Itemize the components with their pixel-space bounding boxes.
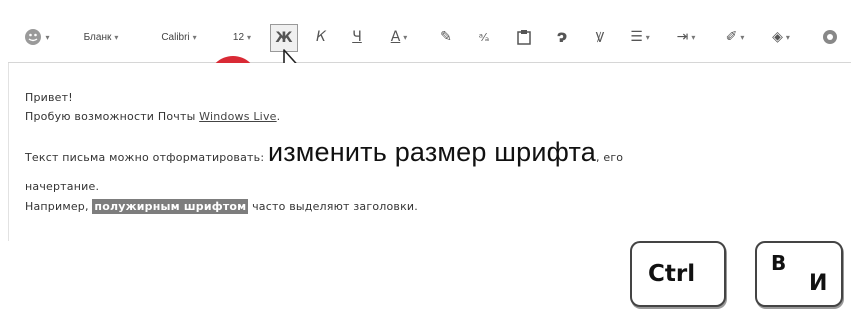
chevron-down-icon: ▾ xyxy=(645,32,650,42)
style-label: Бланк xyxy=(83,31,112,43)
b-key: B И xyxy=(755,241,843,307)
selected-bold-text[interactable]: полужирным шрифтом xyxy=(92,199,249,214)
chevron-down-icon: ▾ xyxy=(45,32,50,42)
chevron-down-icon: ▾ xyxy=(247,32,252,42)
example-end-text: часто выделяют заголовки. xyxy=(248,200,418,213)
emoji-dropdown[interactable]: ▾ xyxy=(22,24,52,50)
font-label: Calibri xyxy=(161,31,190,43)
ctrl-key-label: Ctrl xyxy=(648,261,696,287)
intro-end-text: . xyxy=(276,110,281,123)
editor-line: Привет! xyxy=(25,91,73,104)
chevron-down-icon: ▾ xyxy=(114,32,119,42)
fill-icon: ◈ xyxy=(772,29,783,45)
chevron-down-icon: ▾ xyxy=(785,32,790,42)
b-key-latin-label: B xyxy=(771,251,787,275)
greeting-text: Привет! xyxy=(25,91,73,104)
more-icon xyxy=(823,30,837,44)
format-text: Текст письма можно отформатировать: xyxy=(25,151,268,164)
editor-line: начертание. xyxy=(25,180,99,193)
smiley-icon xyxy=(25,29,42,45)
strikethrough-button[interactable]: Ꝟ xyxy=(588,24,612,50)
indent-dropdown[interactable]: ⇥ ▾ xyxy=(668,24,704,50)
editor-line: Текст письма можно отформатировать: изме… xyxy=(25,137,623,168)
font-size-dropdown[interactable]: 12 ▾ xyxy=(222,24,262,50)
chevron-down-icon: ▾ xyxy=(740,32,745,42)
highlight-button[interactable]: ✎ xyxy=(434,24,458,50)
formatting-toolbar: ▾ Бланк ▾ Calibri ▾ 12 ▾ Ж К Ч A ▾ ✎ ᵃ⁄ₐ… xyxy=(8,12,851,63)
windows-live-link[interactable]: Windows Live xyxy=(199,110,276,123)
strikethrough-icon: Ꝟ xyxy=(595,29,605,46)
clear-format-icon: ᵃ⁄ₐ xyxy=(478,30,490,44)
font-color-icon: A xyxy=(390,29,401,45)
intro-text: Пробую возможности Почты xyxy=(25,110,200,123)
indent-icon: ⇥ xyxy=(676,29,689,45)
list-icon: ☰ xyxy=(630,29,643,45)
font-color-button[interactable]: A ▾ xyxy=(382,24,416,50)
highlight-icon: ✎ xyxy=(440,29,452,45)
clear-format-button[interactable]: ᵃ⁄ₐ xyxy=(472,24,496,50)
style-text: начертание. xyxy=(25,180,100,193)
ctrl-key: Ctrl xyxy=(630,241,726,307)
paste-icon xyxy=(517,30,531,45)
paste-button[interactable] xyxy=(512,24,536,50)
chevron-down-icon: ▾ xyxy=(403,32,408,42)
large-font-text: изменить размер шрифта xyxy=(267,137,596,167)
style-dropdown[interactable]: Бланк ▾ xyxy=(70,24,132,50)
font-dropdown[interactable]: Calibri ▾ xyxy=(146,24,212,50)
font-size-label: 12 xyxy=(232,31,245,43)
chevron-down-icon: ▾ xyxy=(691,32,696,42)
editor-line: Например, полужирным шрифтом часто выдел… xyxy=(25,199,418,214)
format-end-text: , его xyxy=(595,151,624,164)
list-dropdown[interactable]: ☰ ▾ xyxy=(622,24,658,50)
undo-icon: ɂ xyxy=(556,27,568,47)
pencil-icon: ✐ xyxy=(725,29,738,45)
underline-icon: Ч xyxy=(352,29,362,45)
fill-dropdown[interactable]: ◈ ▾ xyxy=(764,24,798,50)
b-key-cyrillic-label: И xyxy=(809,271,828,296)
chevron-down-icon: ▾ xyxy=(192,32,197,42)
editor-line: Пробую возможности Почты Windows Live. xyxy=(25,110,280,123)
undo-button[interactable]: ɂ xyxy=(550,24,574,50)
example-text: Например, xyxy=(25,200,93,213)
more-button[interactable] xyxy=(816,24,844,50)
italic-icon: К xyxy=(316,29,326,45)
message-editor[interactable]: Привет! Пробую возможности Почты Windows… xyxy=(8,63,851,241)
pencil-dropdown[interactable]: ✐ ▾ xyxy=(718,24,752,50)
